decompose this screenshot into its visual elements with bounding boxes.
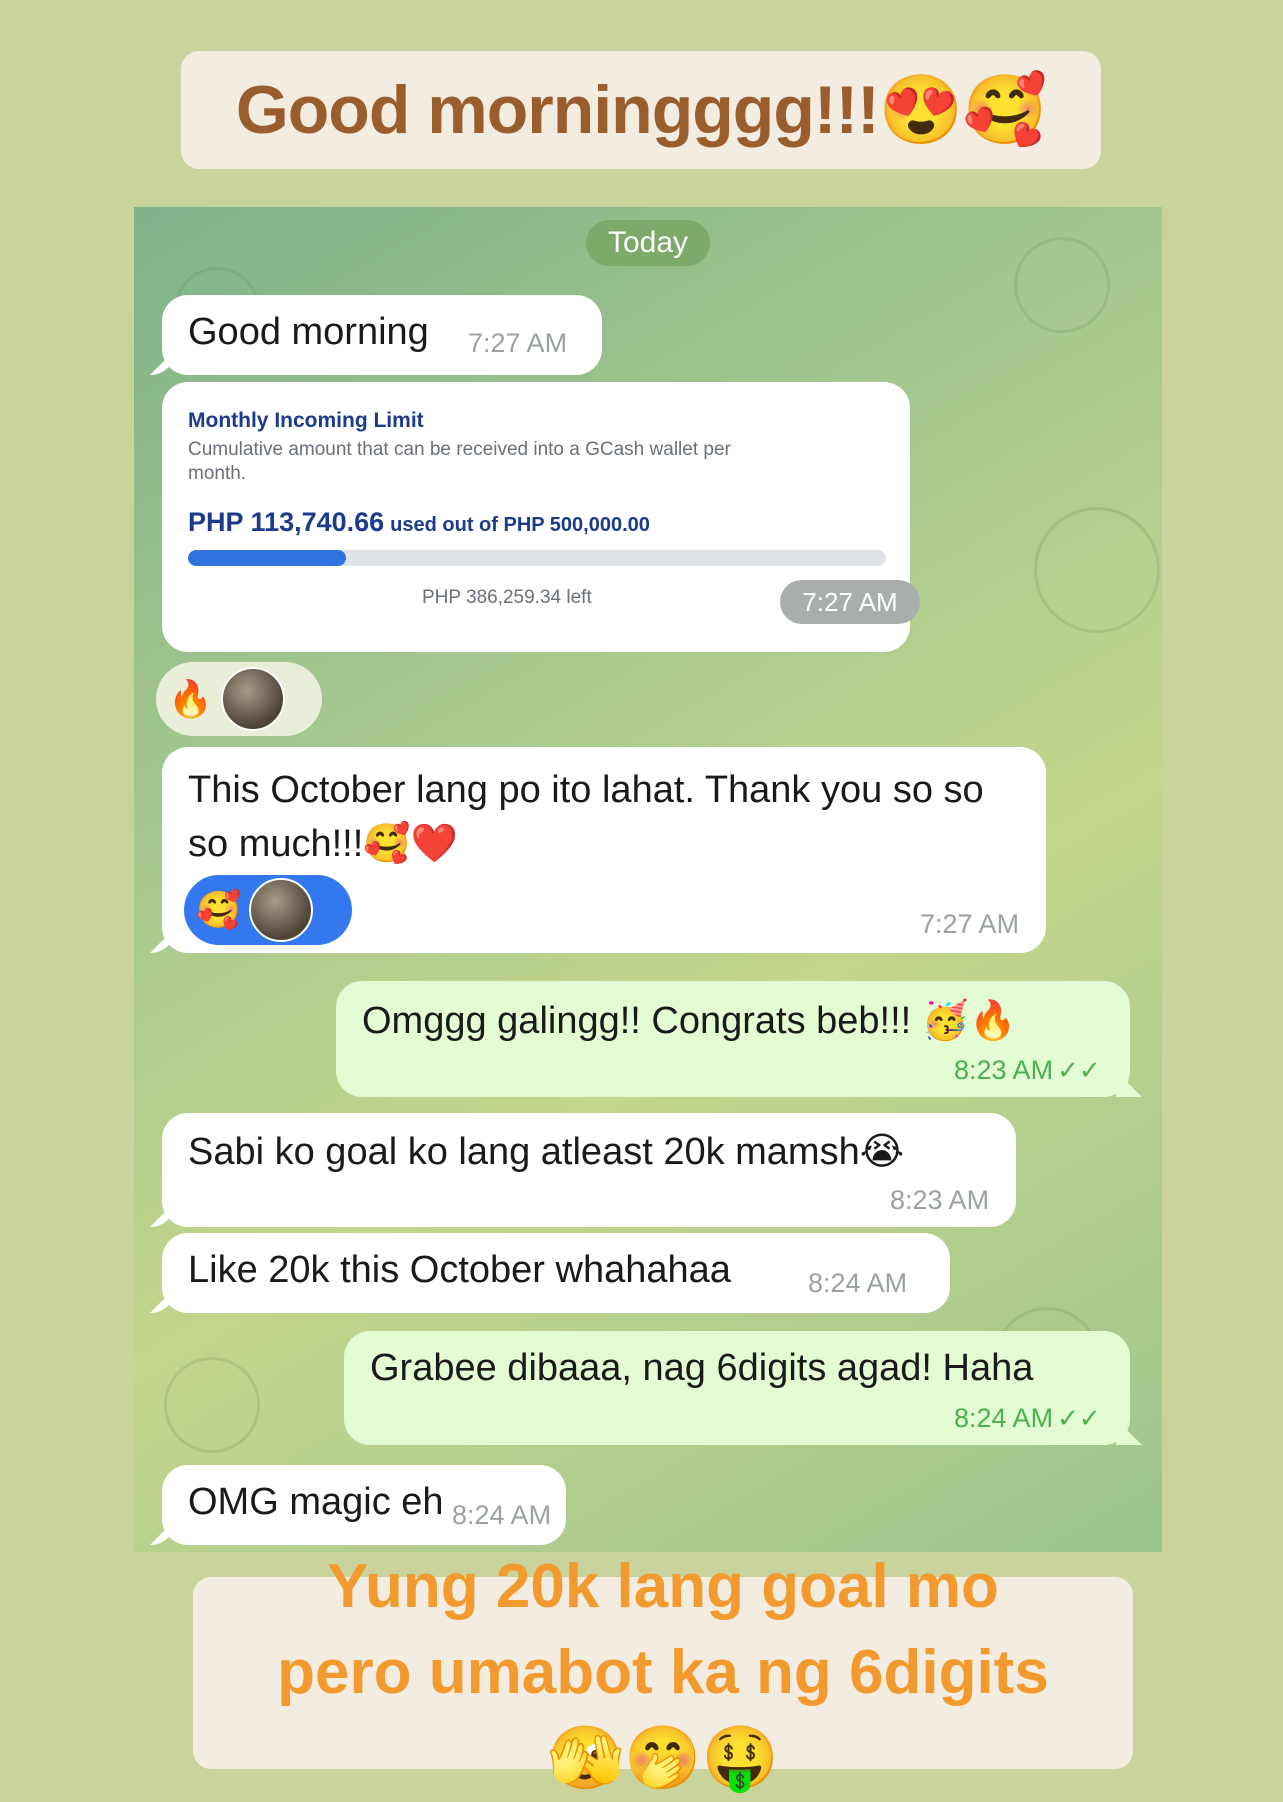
chat-area[interactable]: Today Good morning 7:27 AM Monthly Incom… (134, 207, 1162, 1552)
message-time: 8:24 AM (452, 1500, 552, 1530)
card-amount: PHP 113,740.66 used out of PHP 500,000.00 (188, 507, 650, 537)
smiling-hearts-reaction-icon: 🥰 (196, 890, 241, 931)
fire-reaction-icon: 🔥 (168, 679, 213, 720)
incoming-message[interactable]: OMG magic eh 8:24 AM (150, 1465, 566, 1545)
message-time: 8:24 AM (808, 1268, 908, 1298)
limit-progress-bar (188, 550, 886, 566)
message-time: 8:23 AM ✓✓ (954, 1055, 1101, 1085)
gcash-limit-card[interactable]: Monthly Incoming Limit Cumulative amount… (162, 382, 920, 652)
message-time: 8:23 AM (890, 1185, 990, 1215)
top-caption: Good morningggg!!!😍🥰 (181, 51, 1101, 169)
reaction-pill[interactable]: 🥰 (184, 875, 352, 945)
message-text: Like 20k this October whahahaa (188, 1249, 731, 1291)
outgoing-message[interactable]: Grabee dibaaa, nag 6digits agad! Haha 8:… (344, 1331, 1142, 1445)
avatar (248, 878, 313, 942)
card-title: Monthly Incoming Limit (188, 409, 424, 432)
outgoing-message[interactable]: Omggg galingg!! Congrats beb!!! 🥳🔥 8:23 … (336, 981, 1142, 1097)
incoming-message[interactable]: Good morning 7:27 AM (150, 295, 602, 375)
message-time: 7:27 AM (468, 328, 568, 358)
message-text: Sabi ko goal ko lang atleast 20k mamsh😭 (188, 1131, 905, 1173)
message-time: 7:27 AM (920, 909, 1020, 939)
limit-progress-fill (188, 550, 347, 566)
bottom-caption: Yung 20k lang goal mo pero umabot ka ng … (193, 1552, 1133, 1793)
card-left-text: PHP 386,259.34 left (422, 587, 592, 608)
card-time: 7:27 AM (780, 580, 920, 624)
read-checks-icon: ✓✓ (1057, 1055, 1101, 1085)
card-description: Cumulative amount that can be received i… (188, 439, 731, 484)
avatar (220, 667, 285, 731)
message-text: Omggg galingg!! Congrats beb!!! 🥳🔥 (362, 1000, 1017, 1042)
message-text: OMG magic eh (188, 1481, 444, 1523)
incoming-message[interactable]: Like 20k this October whahahaa 8:24 AM (150, 1233, 950, 1313)
message-text: This October lang po ito lahat. Thank yo… (188, 769, 984, 865)
message-time: 8:24 AM ✓✓ (954, 1403, 1101, 1433)
read-checks-icon: ✓✓ (1057, 1403, 1101, 1433)
card-used-text: used out of PHP 500,000.00 (390, 514, 650, 536)
message-text: Grabee dibaaa, nag 6digits agad! Haha (370, 1347, 1034, 1389)
reaction-pill[interactable]: 🔥 (156, 662, 322, 736)
date-separator: Today (586, 220, 710, 266)
incoming-message[interactable]: Sabi ko goal ko lang atleast 20k mamsh😭 … (150, 1113, 1016, 1227)
incoming-message[interactable]: This October lang po ito lahat. Thank yo… (150, 747, 1046, 953)
message-text: Good morning (188, 311, 429, 353)
